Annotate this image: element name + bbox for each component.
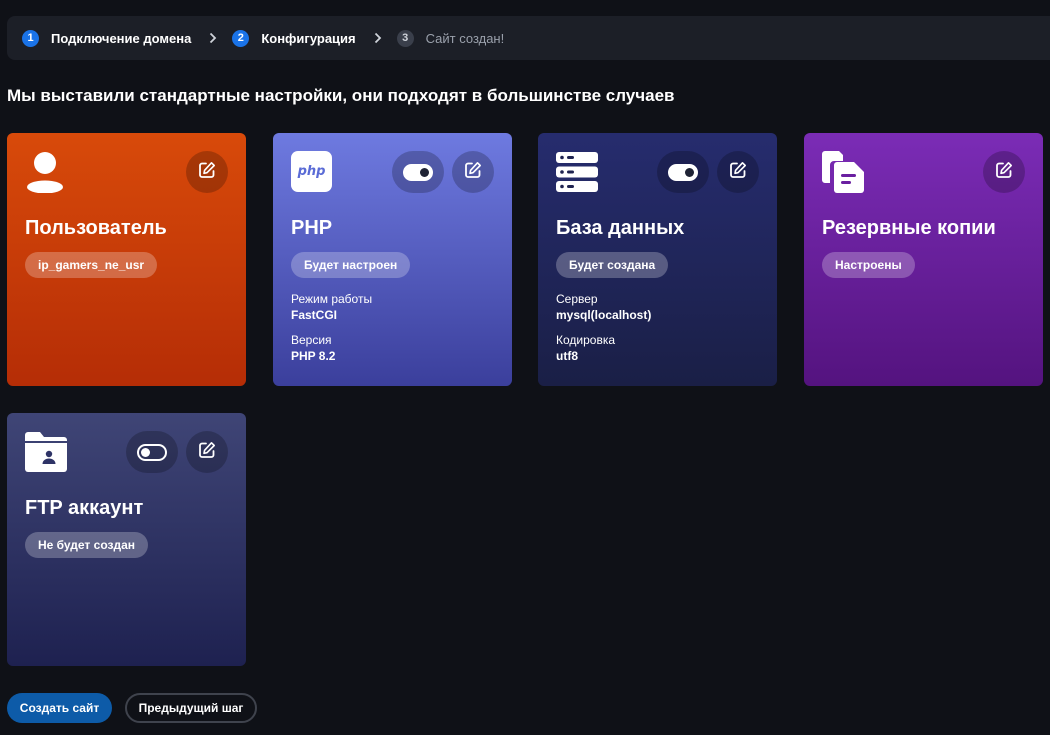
step-domain[interactable]: 1 Подключение домена bbox=[22, 29, 192, 47]
status-badge: Будет настроен bbox=[291, 252, 411, 278]
card-user: Пользователь ip_gamers_ne_usr bbox=[7, 133, 246, 386]
php-toggle[interactable] bbox=[392, 151, 444, 193]
card-title: PHP bbox=[291, 217, 333, 239]
edit-ftp-button[interactable] bbox=[186, 431, 228, 473]
database-toggle[interactable] bbox=[657, 151, 709, 193]
step-label: Конфигурация bbox=[261, 30, 356, 46]
edit-icon bbox=[995, 161, 1013, 184]
card-properties: Сервер mysql(localhost) Кодировка utf8 bbox=[556, 292, 651, 374]
prop-value: FastCGI bbox=[291, 308, 338, 322]
card-title: База данных bbox=[556, 217, 685, 239]
status-badge: Не будет создан bbox=[25, 532, 148, 558]
step-label: Подключение домена bbox=[51, 30, 192, 46]
edit-icon bbox=[198, 161, 216, 184]
chevron-right-icon bbox=[374, 32, 382, 44]
status-badge: ip_gamers_ne_usr bbox=[25, 252, 158, 278]
card-backups: Резервные копии Настроены bbox=[804, 133, 1043, 386]
php-logo-text: php bbox=[291, 151, 332, 192]
card-title: FTP аккаунт bbox=[25, 497, 144, 519]
step-number: 3 bbox=[396, 29, 414, 47]
stepper: 1 Подключение домена 2 Конфигурация 3 Са… bbox=[7, 16, 1050, 60]
step-site-created: 3 Сайт создан! bbox=[396, 29, 505, 47]
prop-label: Режим работы bbox=[291, 292, 373, 306]
card-title: Резервные копии bbox=[822, 217, 996, 239]
toggle-off-icon bbox=[137, 443, 167, 461]
user-icon bbox=[25, 151, 65, 198]
edit-database-button[interactable] bbox=[717, 151, 759, 193]
card-php: php PHP Будет настроен Режим работы Fast… bbox=[273, 133, 512, 386]
status-badge: Будет создана bbox=[556, 252, 669, 278]
database-icon bbox=[556, 151, 598, 198]
prop-label: Сервер bbox=[556, 292, 598, 306]
prop-value: PHP 8.2 bbox=[291, 349, 336, 363]
ftp-folder-icon bbox=[25, 431, 67, 478]
card-properties: Режим работы FastCGI Версия PHP 8.2 bbox=[291, 292, 372, 374]
previous-step-button[interactable]: Предыдущий шаг bbox=[125, 693, 257, 723]
page-heading: Мы выставили стандартные настройки, они … bbox=[7, 86, 675, 105]
edit-backups-button[interactable] bbox=[983, 151, 1025, 193]
card-title: Пользователь bbox=[25, 217, 167, 239]
step-label: Сайт создан! bbox=[425, 30, 505, 46]
prop-value: mysql(localhost) bbox=[556, 308, 652, 322]
card-ftp: FTP аккаунт Не будет создан bbox=[7, 413, 246, 666]
toggle-on-icon bbox=[403, 163, 433, 181]
status-badge: Настроены bbox=[822, 252, 915, 278]
card-database: База данных Будет создана Сервер mysql(l… bbox=[538, 133, 777, 386]
edit-icon bbox=[198, 441, 216, 464]
prop-value: utf8 bbox=[556, 349, 578, 363]
edit-user-button[interactable] bbox=[186, 151, 228, 193]
toggle-on-icon bbox=[668, 163, 698, 181]
create-site-button[interactable]: Создать сайт bbox=[7, 693, 112, 723]
step-number: 1 bbox=[22, 29, 39, 47]
edit-php-button[interactable] bbox=[452, 151, 494, 193]
backup-copies-icon bbox=[822, 151, 864, 198]
edit-icon bbox=[464, 161, 482, 184]
ftp-toggle[interactable] bbox=[126, 431, 178, 473]
chevron-right-icon bbox=[209, 32, 217, 44]
prop-label: Версия bbox=[291, 333, 332, 347]
prop-label: Кодировка bbox=[556, 333, 616, 347]
step-number: 2 bbox=[232, 29, 250, 47]
step-configuration[interactable]: 2 Конфигурация bbox=[232, 29, 356, 47]
edit-icon bbox=[729, 161, 747, 184]
php-logo-icon: php bbox=[291, 151, 332, 192]
